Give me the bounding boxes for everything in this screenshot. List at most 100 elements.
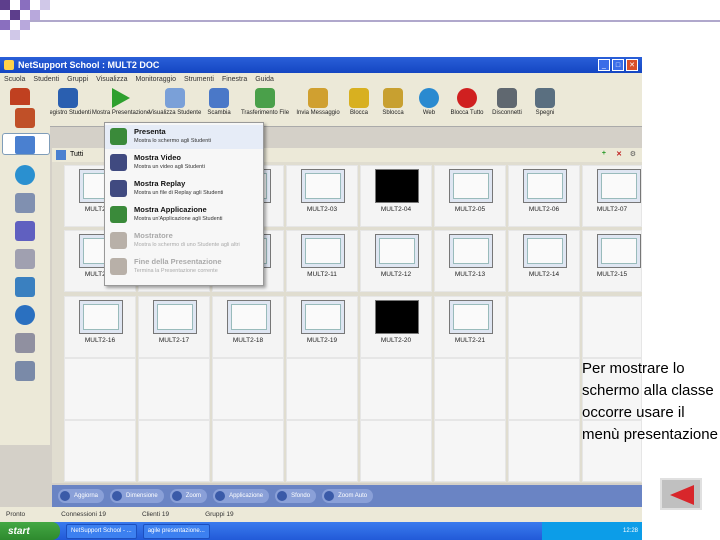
student-tile[interactable]: MULT2-16 xyxy=(64,296,136,358)
thumbnail-content xyxy=(83,304,119,330)
student-screen-thumbnail xyxy=(375,234,419,268)
play-icon xyxy=(112,88,130,108)
start-label: start xyxy=(8,525,30,537)
student-screen-thumbnail xyxy=(597,234,641,268)
start-button[interactable]: start xyxy=(0,522,60,540)
toolbar-button-message[interactable]: Invia Messaggio xyxy=(296,88,340,116)
student-tile[interactable]: MULT2-04 xyxy=(360,165,432,227)
bottom-button-zoom[interactable]: Zoom xyxy=(169,489,208,503)
maximize-button[interactable]: □ xyxy=(612,59,624,71)
menu-item-visualizza[interactable]: Visualizza xyxy=(96,76,127,83)
empty-slot xyxy=(138,358,210,420)
status-connected: Connessioni 19 xyxy=(61,511,106,518)
student-tile[interactable]: MULT2-17 xyxy=(138,296,210,358)
menu-item-present[interactable]: Presenta Mostra lo schermo agli Studenti xyxy=(105,125,263,149)
group-tab-icon xyxy=(56,150,66,160)
toolbar-button-play[interactable]: Mostra Presentazione xyxy=(92,88,150,116)
menu-item-gruppi[interactable]: Gruppi xyxy=(67,76,88,83)
student-tile[interactable]: MULT2-13 xyxy=(434,230,506,292)
class-icon[interactable] xyxy=(15,108,35,128)
menu-item-application[interactable]: Mostra Applicazione Mostra un'Applicazion… xyxy=(105,203,263,227)
student-screen-thumbnail xyxy=(523,234,567,268)
group-icon[interactable] xyxy=(15,277,35,297)
student-tile[interactable]: MULT2-12 xyxy=(360,230,432,292)
taskbar-item[interactable]: agile presentazione... xyxy=(142,523,210,539)
book-icon[interactable] xyxy=(15,249,35,269)
printer-icon[interactable] xyxy=(15,193,35,213)
monitor-icon xyxy=(497,88,517,108)
menu-item-description: Mostra un video agli Studenti xyxy=(134,164,205,170)
settings-icon[interactable]: ⚙ xyxy=(630,150,636,158)
remove-icon[interactable]: ✕ xyxy=(616,150,622,158)
thumbnail-content xyxy=(601,238,637,264)
student-tile[interactable]: MULT2-18 xyxy=(212,296,284,358)
menu-item-title: Presenta xyxy=(134,127,166,136)
globe-icon[interactable] xyxy=(15,165,35,185)
add-icon[interactable]: + xyxy=(602,150,606,157)
toolbar-button-monitor[interactable]: Disconnetti xyxy=(490,88,524,116)
student-name: MULT2-05 xyxy=(454,206,486,213)
student-tile[interactable]: MULT2-20 xyxy=(360,296,432,358)
student-tile[interactable]: MULT2-05 xyxy=(434,165,506,227)
thumbnail-content xyxy=(379,238,415,264)
back-button[interactable] xyxy=(660,478,702,510)
student-name: MULT2-20 xyxy=(380,337,412,344)
bottom-button-sfondo[interactable]: Sfondo xyxy=(275,489,317,503)
app-icon xyxy=(4,60,14,70)
thumbnail-content xyxy=(453,238,489,264)
toolbar-button-file-transfer[interactable]: Trasferimento File xyxy=(240,88,290,116)
bottom-button-aggiorna[interactable]: Aggiorna xyxy=(58,489,105,503)
bottom-button-icon xyxy=(112,491,123,501)
menu-item-description: Mostra lo schermo agli Studenti xyxy=(134,138,212,144)
empty-slot xyxy=(360,420,432,482)
menu-item-guida[interactable]: Guida xyxy=(255,76,274,83)
message-icon xyxy=(308,88,328,108)
bottom-button-dimensione[interactable]: Dimensione xyxy=(110,489,164,503)
menu-item-monitoraggio[interactable]: Monitoraggio xyxy=(136,76,176,83)
menu-item-title: Fine della Presentazione xyxy=(134,257,222,266)
bottom-button-zoom-auto[interactable]: Zoom Auto xyxy=(322,489,374,503)
toolbar-button-globe[interactable]: Web xyxy=(414,88,444,116)
student-tile[interactable]: MULT2-19 xyxy=(286,296,358,358)
student-tile[interactable]: MULT2-06 xyxy=(508,165,580,227)
bottom-toolbar: Aggiorna Dimensione Zoom Applicazione Sfondo… xyxy=(52,485,642,507)
empty-slot xyxy=(64,358,136,420)
menu-item-finestra[interactable]: Finestra xyxy=(222,76,247,83)
menu-item-replay[interactable]: Mostra Replay Mostra un file di Replay ag… xyxy=(105,177,263,201)
taskbar-item[interactable]: NetSupport School - ... xyxy=(66,523,137,539)
empty-slot xyxy=(286,420,358,482)
toolbar-button-register[interactable]: Registro Studenti xyxy=(44,88,92,116)
menu-item-scuola[interactable]: Scuola xyxy=(4,76,25,83)
student-tile[interactable]: MULT2-14 xyxy=(508,230,580,292)
empty-slot xyxy=(286,358,358,420)
minimize-button[interactable]: _ xyxy=(598,59,610,71)
students-view-icon[interactable] xyxy=(2,133,50,155)
toolbar-button-lock[interactable]: Blocca xyxy=(346,88,372,116)
student-name: MULT2-19 xyxy=(306,337,338,344)
toolbar-button-view-student[interactable]: Visualizza Studente xyxy=(149,88,201,116)
close-button[interactable]: ✕ xyxy=(626,59,638,71)
toolbar-button-label: Registro Studenti xyxy=(44,110,92,116)
thumbnail-content xyxy=(305,238,341,264)
toolbar-button-block-all[interactable]: Blocca Tutto xyxy=(450,88,484,116)
toolbar-button-exchange[interactable]: Scambia xyxy=(204,88,234,116)
checklist-icon[interactable] xyxy=(15,221,35,241)
student-tile[interactable]: MULT2-15 xyxy=(582,230,642,292)
box-icon[interactable] xyxy=(15,333,35,353)
student-tile[interactable]: MULT2-03 xyxy=(286,165,358,227)
bottom-button-applicazione[interactable]: Applicazione xyxy=(213,489,270,503)
student-tile[interactable]: MULT2-21 xyxy=(434,296,506,358)
empty-slot xyxy=(434,358,506,420)
group-tab[interactable]: Tutti xyxy=(70,151,83,158)
cd-icon[interactable] xyxy=(15,305,35,325)
student-tile[interactable]: MULT2-07 xyxy=(582,165,642,227)
student-tile[interactable]: MULT2-11 xyxy=(286,230,358,292)
menu-item-video[interactable]: Mostra Video Mostra un video agli Student… xyxy=(105,151,263,175)
toolbar-button-power[interactable]: Spegni xyxy=(530,88,560,116)
student-screen-thumbnail xyxy=(597,169,641,203)
menu-item-strumenti[interactable]: Strumenti xyxy=(184,76,214,83)
taskbar-item-label: NetSupport School - ... xyxy=(71,528,132,534)
menu-item-studenti[interactable]: Studenti xyxy=(33,76,59,83)
toolbar-button-unlock[interactable]: Sblocca xyxy=(378,88,408,116)
tools-icon[interactable] xyxy=(15,361,35,381)
